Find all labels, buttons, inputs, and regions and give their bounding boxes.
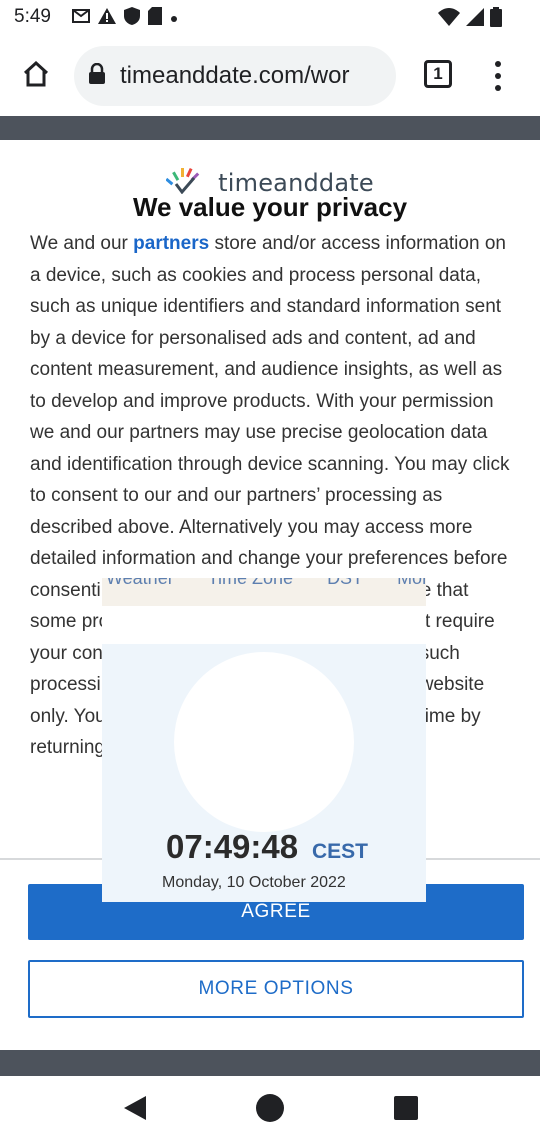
notification-icons [72, 7, 178, 30]
status-time: 5:49 [14, 6, 51, 27]
tab-dst[interactable]: DST [327, 578, 363, 589]
home-button[interactable] [14, 56, 58, 96]
partners-link[interactable]: partners [133, 233, 209, 254]
analog-clock [174, 652, 354, 832]
signal-icon [466, 8, 484, 31]
system-nav-bar [0, 1076, 540, 1140]
page-footer-strip [0, 1050, 540, 1076]
widget-tab-row: Weather Time Zone DST More [102, 578, 426, 606]
status-bar: 5:49 [0, 0, 540, 36]
menu-dot-icon [495, 61, 501, 67]
tab-time-zone[interactable]: Time Zone [208, 578, 293, 589]
more-options-button[interactable]: MORE OPTIONS [28, 960, 524, 1018]
alert-icon [98, 8, 116, 29]
more-menu-button[interactable] [482, 54, 514, 98]
site-info-icon[interactable] [88, 62, 106, 90]
tab-more[interactable]: More [397, 578, 426, 589]
home-icon [22, 60, 50, 92]
system-icons [438, 7, 502, 32]
dot-icon [170, 10, 178, 28]
wifi-icon [438, 8, 460, 31]
menu-dot-icon [495, 85, 501, 91]
gmail-icon [72, 9, 90, 28]
tab-switcher-button[interactable]: 1 [424, 60, 452, 88]
page-header-strip [0, 116, 540, 140]
tab-count: 1 [433, 64, 443, 83]
menu-dot-icon [495, 73, 501, 79]
web-page: timeanddate We value your privacy We and… [0, 116, 540, 1076]
recent-apps-icon[interactable] [394, 1096, 418, 1120]
clock-widget[interactable]: Weather Time Zone DST More 07:49:48 CEST… [102, 578, 426, 902]
tab-weather[interactable]: Weather [106, 578, 174, 589]
address-bar[interactable]: timeanddate.com/wor [74, 46, 396, 106]
privacy-title: We value your privacy [132, 192, 408, 222]
clock-date: Monday, 10 October 2022 [162, 874, 346, 891]
body-text-start: We and our [30, 233, 134, 254]
url-text: timeanddate.com/wor [120, 62, 350, 89]
widget-spacer [102, 606, 426, 644]
sd-card-icon [148, 7, 162, 30]
shield-icon [124, 7, 140, 30]
back-icon[interactable] [122, 1094, 148, 1127]
clock-zone: CEST [312, 840, 369, 863]
battery-icon [490, 7, 502, 32]
home-nav-icon[interactable] [256, 1094, 284, 1122]
browser-toolbar: timeanddate.com/wor 1 [0, 36, 540, 116]
clock-time: 07:49:48 [166, 828, 299, 865]
